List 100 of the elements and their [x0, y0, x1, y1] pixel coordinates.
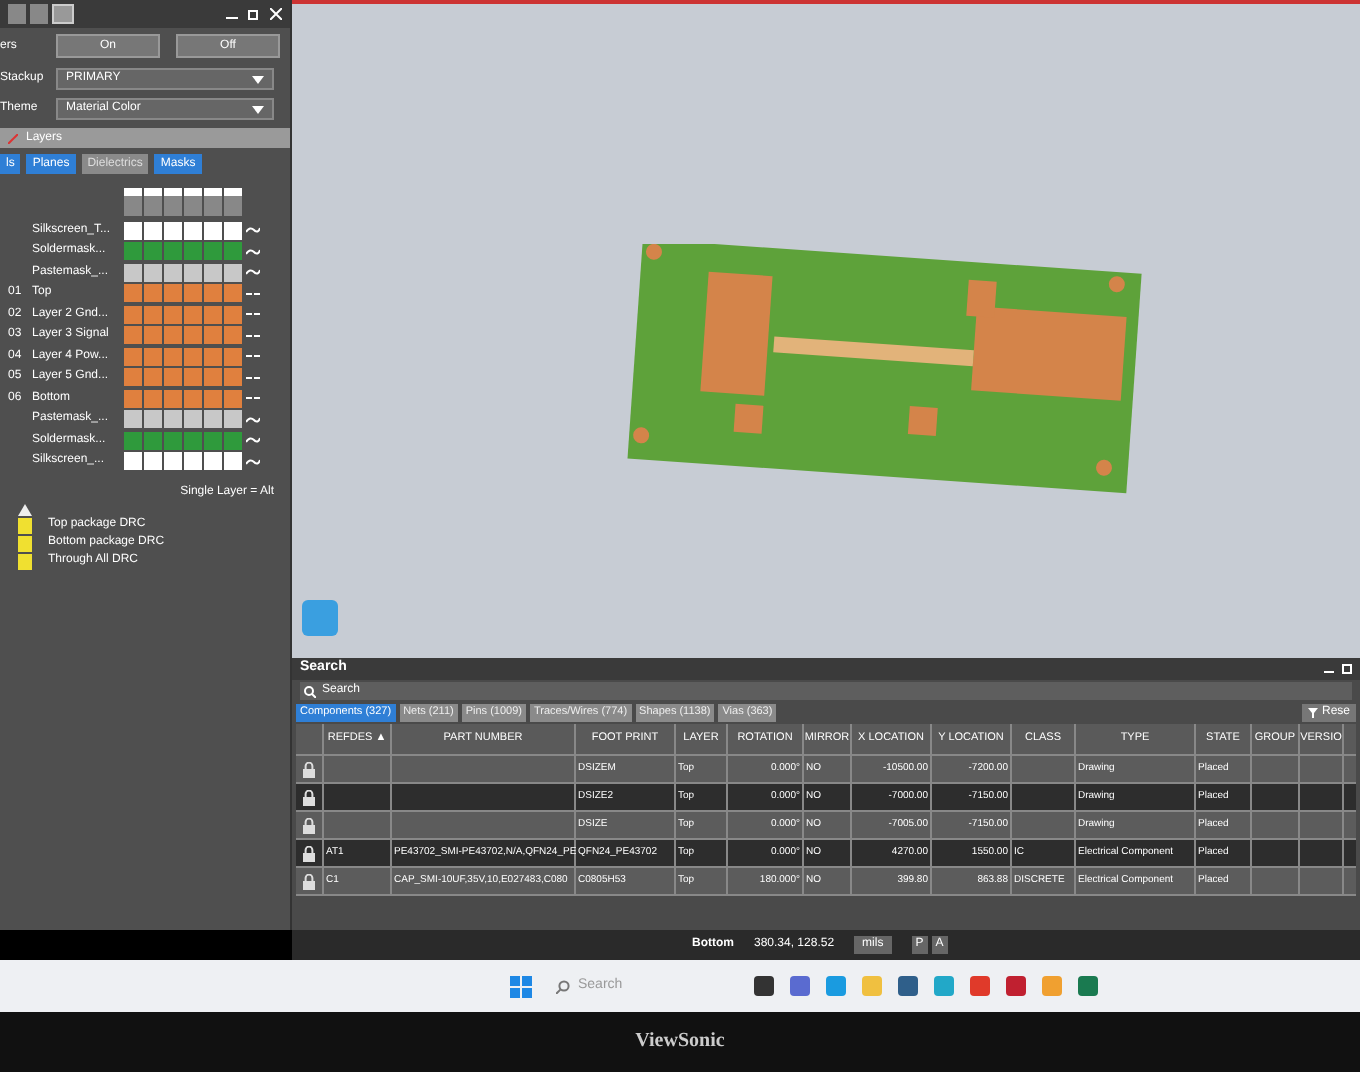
lock-icon [302, 817, 316, 833]
layer-visibility-cell[interactable] [144, 305, 162, 324]
layer-visibility-cell[interactable] [144, 263, 162, 282]
layer-visibility-cell[interactable] [224, 410, 242, 429]
layer-visibility-cell[interactable] [144, 368, 162, 387]
layer-visibility-cell[interactable] [224, 368, 242, 387]
layer-visibility-cell[interactable] [224, 305, 242, 324]
layer-visibility-cell[interactable] [144, 242, 162, 261]
layer-visibility-cell[interactable] [164, 368, 182, 387]
layer-visibility-cell[interactable] [224, 263, 242, 282]
layer-visibility-cell[interactable] [184, 284, 202, 303]
monitor-icon[interactable] [52, 4, 74, 24]
layer-visibility-cell[interactable] [164, 284, 182, 303]
warning-icon [18, 504, 32, 516]
close-icon[interactable] [270, 8, 282, 20]
column-toggle-icon[interactable] [184, 188, 202, 216]
layer-visibility-cell[interactable] [124, 221, 142, 240]
brand-logo: ViewSonic [635, 1028, 725, 1056]
windows-logo-icon[interactable] [510, 975, 532, 997]
layer-visibility-cell[interactable] [124, 242, 142, 261]
layer-visibility-cell[interactable] [224, 389, 242, 408]
layer-visibility-cell[interactable] [144, 389, 162, 408]
layer-visibility-cell[interactable] [164, 326, 182, 345]
layer-visibility-cell[interactable] [204, 452, 222, 471]
layer-visibility-cell[interactable] [184, 326, 202, 345]
layer-visibility-cell[interactable] [164, 305, 182, 324]
layer-visibility-cell[interactable] [224, 221, 242, 240]
layer-visibility-cell[interactable] [204, 326, 222, 345]
layer-visibility-cell[interactable] [224, 284, 242, 303]
layer-visibility-cell[interactable] [184, 431, 202, 450]
layer-visibility-cell[interactable] [124, 347, 142, 366]
restore-icon[interactable] [1342, 664, 1352, 674]
search-icon [556, 979, 570, 993]
column-toggle-icon[interactable] [144, 188, 162, 216]
layer-visibility-cell[interactable] [144, 452, 162, 471]
pencil-icon [8, 133, 18, 143]
layer-visibility-cell[interactable] [204, 242, 222, 261]
layer-visibility-cell[interactable] [124, 368, 142, 387]
line-style-icon [246, 310, 260, 319]
layer-visibility-cell[interactable] [144, 326, 162, 345]
layer-visibility-cell[interactable] [184, 263, 202, 282]
layer-visibility-cell[interactable] [224, 326, 242, 345]
layer-visibility-cell[interactable] [164, 452, 182, 471]
layer-visibility-cell[interactable] [184, 242, 202, 261]
column-toggle-icon[interactable] [204, 188, 222, 216]
layer-visibility-cell[interactable] [184, 221, 202, 240]
layer-visibility-cell[interactable] [144, 410, 162, 429]
layer-visibility-cell[interactable] [204, 221, 222, 240]
layer-visibility-cell[interactable] [164, 242, 182, 261]
filter-icon [1307, 708, 1318, 718]
layer-visibility-cell[interactable] [224, 242, 242, 261]
layer-visibility-cell[interactable] [204, 410, 222, 429]
caret-icon [252, 105, 264, 113]
layer-visibility-cell[interactable] [184, 389, 202, 408]
line-style-icon [246, 394, 260, 403]
layer-visibility-cell[interactable] [124, 263, 142, 282]
layer-visibility-cell[interactable] [204, 431, 222, 450]
layer-visibility-cell[interactable] [164, 389, 182, 408]
layer-visibility-cell[interactable] [184, 305, 202, 324]
search-icon [304, 685, 316, 697]
restore-icon[interactable] [248, 8, 260, 20]
layer-visibility-cell[interactable] [204, 263, 222, 282]
layer-visibility-cell[interactable] [144, 347, 162, 366]
layer-visibility-cell[interactable] [124, 389, 142, 408]
line-style-icon [246, 331, 260, 340]
layer-visibility-cell[interactable] [124, 452, 142, 471]
layer-visibility-cell[interactable] [164, 347, 182, 366]
layer-visibility-cell[interactable] [144, 431, 162, 450]
layer-visibility-cell[interactable] [164, 431, 182, 450]
layer-visibility-cell[interactable] [204, 284, 222, 303]
layer-visibility-cell[interactable] [124, 284, 142, 303]
column-toggle-icon[interactable] [164, 188, 182, 216]
layer-visibility-cell[interactable] [204, 305, 222, 324]
layer-visibility-cell[interactable] [224, 431, 242, 450]
layer-visibility-cell[interactable] [184, 410, 202, 429]
layer-visibility-cell[interactable] [124, 305, 142, 324]
layer-visibility-cell[interactable] [144, 221, 162, 240]
layer-visibility-cell[interactable] [204, 347, 222, 366]
layer-visibility-cell[interactable] [204, 389, 222, 408]
lock-icon [302, 873, 316, 889]
layer-visibility-cell[interactable] [224, 347, 242, 366]
layer-visibility-cell[interactable] [144, 284, 162, 303]
lock-icon [302, 761, 316, 777]
layer-visibility-cell[interactable] [124, 326, 142, 345]
column-toggle-icon[interactable] [224, 188, 242, 216]
layer-visibility-cell[interactable] [124, 431, 142, 450]
layer-visibility-cell[interactable] [184, 452, 202, 471]
caret-icon [252, 75, 264, 83]
layer-visibility-cell[interactable] [124, 410, 142, 429]
lock-icon [302, 789, 316, 805]
layer-visibility-cell[interactable] [184, 368, 202, 387]
column-toggle-icon[interactable] [124, 188, 142, 216]
line-style-icon [246, 289, 260, 298]
layer-visibility-cell[interactable] [164, 410, 182, 429]
line-style-icon [246, 373, 260, 382]
layer-visibility-cell[interactable] [204, 368, 222, 387]
layer-visibility-cell[interactable] [164, 263, 182, 282]
layer-visibility-cell[interactable] [224, 452, 242, 471]
layer-visibility-cell[interactable] [164, 221, 182, 240]
layer-visibility-cell[interactable] [184, 347, 202, 366]
